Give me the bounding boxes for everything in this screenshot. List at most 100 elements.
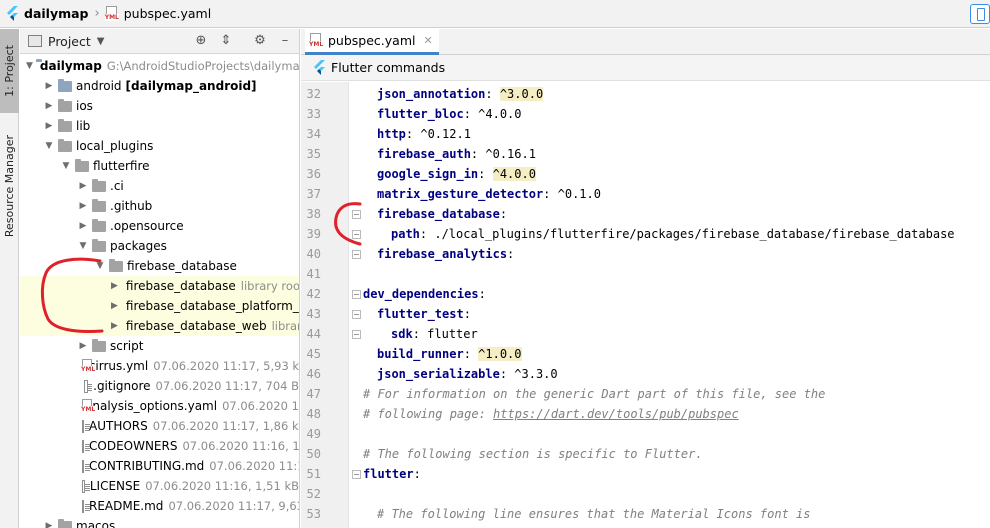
code-line[interactable]: http: ^0.12.1	[377, 124, 471, 144]
tree-item[interactable]: CODEOWNERS 07.06.2020 11:16, 1,0	[20, 436, 299, 456]
yaml-key: matrix_gesture_detector	[377, 187, 544, 201]
tree-item[interactable]: YML .cirrus.yml 07.06.2020 11:17, 5,93 kB	[20, 356, 299, 376]
line-number: 42	[306, 287, 321, 301]
tree-item[interactable]: LICENSE 07.06.2020 11:16, 1,51 kB	[20, 476, 299, 496]
locate-icon[interactable]: ⊕	[194, 34, 208, 48]
tree-item[interactable]: ▶ firebase_database library root	[20, 276, 299, 296]
tree-item[interactable]: ▶ lib	[20, 116, 299, 136]
code-line[interactable]: matrix_gesture_detector: ^0.1.0	[377, 184, 601, 204]
fold-icon[interactable]	[352, 330, 361, 339]
device-icon[interactable]	[970, 4, 990, 24]
tab-pubspec[interactable]: YML pubspec.yaml ✕	[305, 29, 439, 55]
tree-item[interactable]: .gitignore 07.06.2020 11:17, 704 B	[20, 376, 299, 396]
tree-item[interactable]: ▶ .ci	[20, 176, 299, 196]
tree-item[interactable]: ▶ firebase_database_web library root	[20, 316, 299, 336]
fold-icon[interactable]	[352, 250, 361, 259]
tree-item[interactable]: YMLanalysis_options.yaml07.06.2020 11:17	[20, 396, 299, 416]
tree-item-meta: 07.06.2020 11:17, 1,86 kB	[152, 419, 300, 433]
code-line[interactable]: flutter_bloc: ^4.0.0	[377, 104, 522, 124]
gear-icon[interactable]: ⚙	[253, 34, 267, 48]
tree-item[interactable]: CONTRIBUTING.md 07.06.2020 11:17	[20, 456, 299, 476]
code-link[interactable]: https://dart.dev/tools/pub/pubspec	[493, 407, 739, 421]
text-file-icon	[82, 499, 90, 513]
editor-tab-bar: YML pubspec.yaml ✕	[301, 29, 990, 55]
tab-resource-manager-label: Resource Manager	[3, 134, 16, 238]
fold-icon[interactable]	[352, 230, 361, 239]
tree-item-meta: library root	[271, 319, 299, 333]
tab-project-tool[interactable]: 1: Project	[0, 29, 19, 113]
fold-icon[interactable]	[352, 290, 361, 299]
fold-icon[interactable]	[352, 470, 361, 479]
expanded-arrow-icon[interactable]: ▼	[60, 156, 72, 176]
expanded-arrow-icon[interactable]: ▼	[43, 136, 55, 156]
yaml-file-icon: YML	[309, 32, 324, 49]
collapsed-arrow-icon[interactable]: ▶	[111, 276, 118, 296]
collapse-all-icon[interactable]: ⇕	[219, 34, 233, 48]
tree-item[interactable]: ▼ packages	[20, 236, 299, 256]
tree-item[interactable]: ▶ .opensource	[20, 216, 299, 236]
tree-item[interactable]: README.md 07.06.2020 11:17, 9,63	[20, 496, 299, 516]
collapsed-arrow-icon[interactable]: ▶	[77, 196, 89, 216]
code-line[interactable]: # For information on the generic Dart pa…	[363, 384, 825, 404]
code-line[interactable]: # The following section is specific to F…	[363, 444, 703, 464]
yaml-value: ^3.3.0	[514, 367, 558, 381]
tree-item[interactable]: ▶ script	[20, 336, 299, 356]
project-panel-header: Project ▼ ⊕ ⇕ ⚙ –	[20, 29, 299, 54]
tree-item[interactable]: ▶ android [dailymap_android]	[20, 76, 299, 96]
chevron-down-icon[interactable]: ▼	[97, 36, 105, 47]
code-line[interactable]: path: ./local_plugins/flutterfire/packag…	[391, 224, 955, 244]
code-line[interactable]: # The following line ensures that the Ma…	[377, 504, 810, 524]
collapsed-arrow-icon[interactable]: ▶	[77, 336, 89, 356]
code-line[interactable]: firebase_database:	[377, 204, 514, 224]
collapsed-arrow-icon[interactable]: ▶	[43, 516, 55, 528]
minimize-icon[interactable]: –	[278, 34, 292, 48]
code-line[interactable]: build_runner: ^1.0.0	[377, 344, 522, 364]
code-line[interactable]: dev_dependencies:	[363, 284, 493, 304]
flutter-commands-bar[interactable]: Flutter commands	[301, 55, 990, 81]
code-line[interactable]: google_sign_in: ^4.0.0	[377, 164, 536, 184]
code-line[interactable]: flutter:	[363, 464, 428, 484]
breadcrumb-project[interactable]: dailymap	[0, 0, 89, 28]
panel-title[interactable]: Project	[48, 34, 91, 49]
tree-item[interactable]: ▶ firebase_database_platform_interface	[20, 296, 299, 316]
collapsed-arrow-icon[interactable]: ▶	[43, 116, 55, 136]
tree-item[interactable]: ▼ firebase_database	[20, 256, 299, 276]
expanded-arrow-icon[interactable]: ▼	[94, 256, 106, 276]
folder-icon	[75, 158, 89, 172]
collapsed-arrow-icon[interactable]: ▶	[77, 216, 89, 236]
code-line[interactable]: json_serializable: ^3.3.0	[377, 364, 558, 384]
tool-window-strip: 1: Project Resource Manager	[0, 29, 19, 528]
yaml-key: json_annotation	[377, 87, 486, 101]
collapsed-arrow-icon[interactable]: ▶	[111, 316, 118, 336]
code-line[interactable]: sdk: flutter	[391, 324, 478, 344]
tree-item[interactable]: ▶ .github	[20, 196, 299, 216]
collapsed-arrow-icon[interactable]: ▶	[111, 296, 118, 316]
tree-item-label: AUTHORS	[89, 419, 148, 433]
collapsed-arrow-icon[interactable]: ▶	[43, 96, 55, 116]
tree-item[interactable]: ▼ dailymap G:\AndroidStudioProjects\dailym…	[20, 56, 299, 76]
tab-resource-manager[interactable]: Resource Manager	[0, 121, 19, 251]
text-file-icon	[82, 419, 90, 433]
tree-item[interactable]: ▶ macos	[20, 516, 299, 528]
tree-item[interactable]: AUTHORS 07.06.2020 11:17, 1,86 kB	[20, 416, 299, 436]
expanded-arrow-icon[interactable]: ▼	[26, 56, 33, 76]
code-line[interactable]: flutter_test:	[377, 304, 478, 324]
yaml-value: ^4.0.0	[478, 107, 522, 121]
code-line[interactable]: firebase_analytics:	[377, 244, 522, 264]
tree-item[interactable]: ▼ local_plugins	[20, 136, 299, 156]
collapsed-arrow-icon[interactable]: ▶	[43, 76, 55, 96]
expanded-arrow-icon[interactable]: ▼	[77, 236, 89, 256]
tree-item-label: local_plugins	[76, 139, 154, 153]
code-line[interactable]: json_annotation: ^3.0.0	[377, 84, 544, 104]
tree-item[interactable]: ▼ flutterfire	[20, 156, 299, 176]
tree-item-label: CODEOWNERS	[89, 439, 178, 453]
fold-icon[interactable]	[352, 210, 361, 219]
tree-item[interactable]: ▶ ios	[20, 96, 299, 116]
close-icon[interactable]: ✕	[423, 34, 432, 47]
code-line[interactable]: firebase_auth: ^0.16.1	[377, 144, 536, 164]
breadcrumb-file[interactable]: YML pubspec.yaml	[104, 0, 211, 28]
collapsed-arrow-icon[interactable]: ▶	[77, 176, 89, 196]
fold-icon[interactable]	[352, 310, 361, 319]
code-line[interactable]: # following page: https://dart.dev/tools…	[363, 404, 739, 424]
project-view-icon	[28, 35, 42, 47]
